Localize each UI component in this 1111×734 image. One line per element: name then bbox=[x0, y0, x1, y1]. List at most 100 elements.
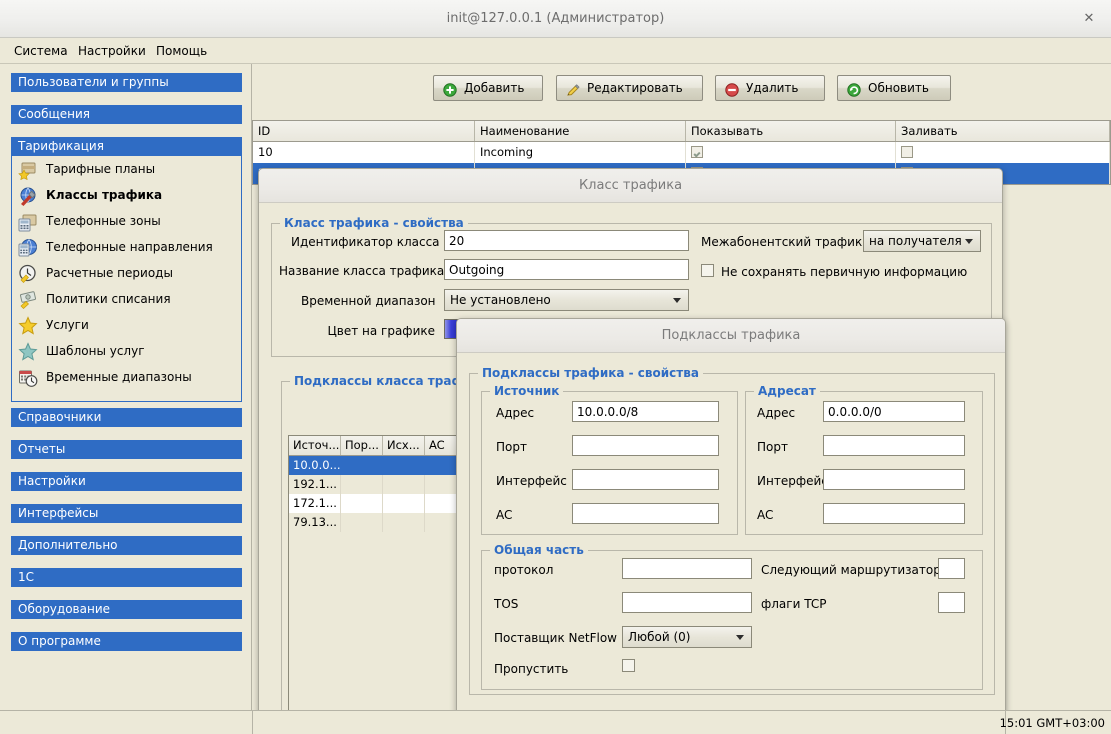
table-header-row: ID Наименование Показывать Заливать bbox=[253, 121, 1110, 142]
netflow-provider-value: Любой (0) bbox=[628, 630, 691, 644]
sidebar-item-label: Телефонные зоны bbox=[46, 214, 161, 228]
chevron-down-icon bbox=[965, 239, 973, 244]
destination-port-input[interactable] bbox=[823, 435, 965, 456]
edit-button[interactable]: Редактировать bbox=[556, 75, 703, 101]
column-header-name[interactable]: Наименование bbox=[475, 121, 686, 141]
sidebar-item-tariff-plans[interactable]: Тарифные планы bbox=[12, 156, 241, 182]
netflow-provider-select[interactable]: Любой (0) bbox=[622, 626, 752, 648]
sidebar-item-phone-zones[interactable]: Телефонные зоны bbox=[12, 208, 241, 234]
class-name-input[interactable] bbox=[444, 259, 689, 280]
sidebar-item-settings[interactable]: Настройки bbox=[11, 472, 242, 491]
sidebar-item-messages[interactable]: Сообщения bbox=[11, 105, 242, 124]
sidebar-item-service-templates[interactable]: Шаблоны услуг bbox=[12, 338, 241, 364]
fill-checkbox[interactable] bbox=[901, 146, 913, 158]
tcp-flags-input[interactable] bbox=[938, 592, 965, 613]
group-title: Общая часть bbox=[490, 543, 588, 557]
inter-subscriber-value: на получателя bbox=[869, 234, 962, 248]
sidebar-item-label: Классы трафика bbox=[46, 188, 163, 202]
traffic-subclass-dialog-body: Подклассы трафика - свойства Источник Ад… bbox=[457, 353, 1005, 731]
source-address-input[interactable] bbox=[572, 401, 719, 422]
next-router-input[interactable] bbox=[938, 558, 965, 579]
protocol-input[interactable] bbox=[622, 558, 752, 579]
menu-item-settings[interactable]: Настройки bbox=[74, 43, 150, 59]
cell-show bbox=[686, 142, 896, 163]
sidebar-item-charge-policies[interactable]: Политики списания bbox=[12, 286, 241, 312]
sidebar-item-phone-directions[interactable]: Телефонные направления bbox=[12, 234, 241, 260]
group-title: Адресат bbox=[754, 384, 820, 398]
add-button-label: Добавить bbox=[464, 81, 525, 95]
tos-input[interactable] bbox=[622, 592, 752, 613]
sidebar-item-label: Расчетные периоды bbox=[46, 266, 173, 280]
delete-button[interactable]: Удалить bbox=[715, 75, 825, 101]
source-port-input[interactable] bbox=[572, 435, 719, 456]
sidebar-item-label: Шаблоны услуг bbox=[46, 344, 145, 358]
time-range-select[interactable]: Не установлено bbox=[444, 289, 689, 311]
source-interface-input[interactable] bbox=[572, 469, 719, 490]
sidebar-item-users[interactable]: Пользователи и группы bbox=[11, 73, 242, 92]
sidebar-item-directories[interactable]: Справочники bbox=[11, 408, 242, 427]
column-header-show[interactable]: Показывать bbox=[686, 121, 896, 141]
menu-item-system[interactable]: Система bbox=[10, 43, 72, 59]
sidebar-item-label: Услуги bbox=[46, 318, 89, 332]
close-icon[interactable]: ✕ bbox=[1081, 11, 1097, 27]
toolbar: Добавить Редактировать Удалить Обновить bbox=[252, 64, 1111, 114]
group-title: Класс трафика - свойства bbox=[280, 216, 468, 230]
cell-port bbox=[341, 456, 383, 475]
table-row[interactable]: 10 Incoming bbox=[253, 142, 1110, 163]
menu-item-help[interactable]: Помощь bbox=[152, 43, 211, 59]
class-name-label: Название класса трафика bbox=[279, 264, 445, 278]
sidebar-item-equipment[interactable]: Оборудование bbox=[11, 600, 242, 619]
sidebar-item-interfaces[interactable]: Интерфейсы bbox=[11, 504, 242, 523]
sidebar-item-billing[interactable]: Тарификация bbox=[11, 137, 242, 156]
sidebar-item-additional[interactable]: Дополнительно bbox=[11, 536, 242, 555]
sidebar-item-reports[interactable]: Отчеты bbox=[11, 440, 242, 459]
refresh-button[interactable]: Обновить bbox=[837, 75, 951, 101]
tos-label: TOS bbox=[494, 597, 519, 611]
column-header-out[interactable]: Исх... bbox=[383, 436, 425, 455]
inter-subscriber-label: Межабонентский трафик bbox=[701, 235, 863, 249]
inter-subscriber-select[interactable]: на получателя bbox=[863, 230, 981, 252]
traffic-subclass-dialog: Подклассы трафика Подклассы трафика - св… bbox=[456, 318, 1006, 732]
group-title: Источник bbox=[490, 384, 564, 398]
column-header-id[interactable]: ID bbox=[253, 121, 475, 141]
menubar: Система Настройки Помощь bbox=[0, 38, 1111, 64]
sidebar-item-time-ranges[interactable]: Временные диапазоны bbox=[12, 364, 241, 390]
add-button[interactable]: Добавить bbox=[433, 75, 543, 101]
phone-directions-icon bbox=[18, 238, 38, 258]
column-header-source[interactable]: Источ... bbox=[289, 436, 341, 455]
delete-red-icon bbox=[725, 81, 739, 97]
column-header-fill[interactable]: Заливать bbox=[896, 121, 1110, 141]
source-interface-label: Интерфейс bbox=[496, 474, 567, 488]
destination-ac-input[interactable] bbox=[823, 503, 965, 524]
destination-interface-input[interactable] bbox=[823, 469, 965, 490]
window-title: init@127.0.0.1 (Администратор) bbox=[446, 11, 665, 26]
sidebar-item-1c[interactable]: 1C bbox=[11, 568, 242, 587]
sidebar-item-traffic-classes[interactable]: Классы трафика bbox=[12, 182, 241, 208]
time-range-label: Временной диапазон bbox=[301, 294, 436, 308]
cell-out bbox=[383, 475, 425, 494]
skip-checkbox[interactable] bbox=[622, 659, 635, 672]
sidebar-item-billing-periods[interactable]: Расчетные периоды bbox=[12, 260, 241, 286]
column-header-port[interactable]: Пор... bbox=[341, 436, 383, 455]
cell-port bbox=[341, 475, 383, 494]
destination-address-input[interactable] bbox=[823, 401, 965, 422]
show-checkbox[interactable] bbox=[691, 146, 703, 158]
graph-color-label: Цвет на графике bbox=[327, 324, 435, 338]
source-ac-input[interactable] bbox=[572, 503, 719, 524]
sidebar-item-services[interactable]: Услуги bbox=[12, 312, 241, 338]
no-save-primary-checkbox[interactable] bbox=[701, 264, 714, 277]
sidebar-item-about[interactable]: О программе bbox=[11, 632, 242, 651]
cell-port bbox=[341, 513, 383, 532]
source-port-label: Порт bbox=[496, 440, 527, 454]
phone-zones-icon bbox=[18, 212, 38, 232]
time-range-value: Не установлено bbox=[450, 293, 551, 307]
main-body: Пользователи и группы Сообщения Тарифика… bbox=[0, 64, 1111, 734]
sidebar-item-label: Временные диапазоны bbox=[46, 370, 192, 384]
cell-out bbox=[383, 494, 425, 513]
destination-port-label: Порт bbox=[757, 440, 788, 454]
source-ac-label: AC bbox=[496, 508, 513, 522]
tariff-plans-icon bbox=[18, 160, 38, 181]
source-address-label: Адрес bbox=[496, 406, 535, 420]
cell-fill bbox=[896, 142, 1110, 163]
class-id-input[interactable] bbox=[444, 230, 689, 251]
